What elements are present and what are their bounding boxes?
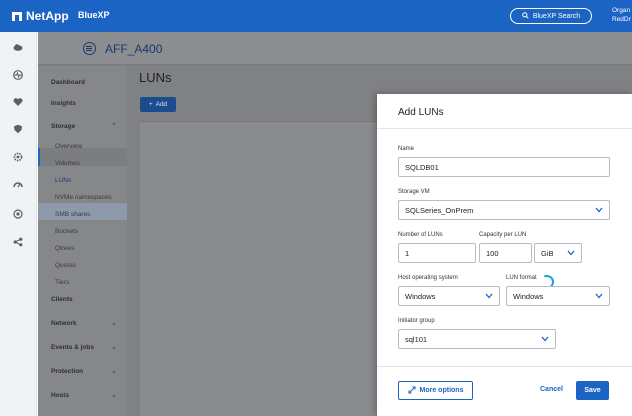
left-icon-rail (0, 32, 37, 416)
plus-icon: + (148, 101, 153, 108)
add-label: Add (155, 101, 168, 108)
modal-title: Add LUNs (398, 107, 444, 118)
lun-format-select[interactable]: Windows (506, 286, 610, 306)
storage-system-icon (83, 42, 96, 55)
chevron-up-icon: ⌃ (111, 123, 117, 130)
page-title: LUNs (139, 70, 172, 85)
shield-icon[interactable] (13, 124, 23, 134)
initiator-group-label: Initiator group (398, 318, 435, 324)
modal-divider (377, 128, 632, 129)
sidebar: Dashboard Insights Storage ⌃ Overview Vo… (38, 66, 127, 416)
add-luns-panel: Add LUNs Name SQLDB01 Storage VM SQLSeri… (377, 94, 632, 416)
chevron-down-icon: ⌄ (111, 368, 117, 375)
number-of-luns-value: 1 (405, 248, 410, 258)
capacity-value: 100 (486, 248, 499, 258)
sidebar-item-clients[interactable]: Clients (51, 296, 73, 303)
heart-shield-icon[interactable] (13, 97, 23, 107)
chevron-down-icon (595, 207, 603, 214)
name-value: SQLDB01 (405, 162, 439, 172)
storage-row-highlight (38, 148, 127, 166)
more-options-button[interactable]: More options (398, 381, 473, 400)
initiator-group-value: sql101 (405, 334, 428, 344)
sidebar-item-volumes[interactable]: Volumes (55, 160, 80, 167)
storage-vm-label: Storage VM (398, 189, 430, 195)
sidebar-item-dashboard[interactable]: Dashboard (51, 79, 85, 86)
target-icon[interactable] (13, 209, 23, 219)
chevron-down-icon (541, 336, 549, 343)
capacity-label: Capacity per LUN (479, 232, 527, 238)
footer-divider (377, 366, 632, 367)
expand-icon (408, 386, 416, 396)
sidebar-item-insights[interactable]: Insights (51, 100, 76, 107)
name-label: Name (398, 146, 415, 152)
storage-vm-value: SQLSeries_OnPrem (405, 205, 474, 215)
bluexp-search-button[interactable]: BlueXP Search (510, 8, 592, 24)
lun-format-label: LUN format (506, 275, 537, 281)
sidebar-item-quotas[interactable]: Quotas (55, 262, 76, 269)
chevron-down-icon: ⌄ (111, 344, 117, 351)
sidebar-item-qtrees[interactable]: Qtrees (55, 245, 75, 252)
name-field[interactable]: SQLDB01 (398, 157, 610, 177)
more-options-label: More options (419, 387, 464, 394)
sidebar-item-smb-shares[interactable]: SMB shares (55, 211, 90, 218)
netapp-logo-icon (12, 11, 22, 21)
product-name: BlueXP (78, 10, 110, 20)
sidebar-item-events-jobs[interactable]: Events & jobs (51, 344, 94, 351)
chevron-down-icon (567, 250, 575, 257)
cloud-icon[interactable] (13, 42, 23, 52)
cancel-button[interactable]: Cancel (540, 386, 563, 393)
host-os-value: Windows (405, 291, 436, 301)
sidebar-item-nvme-namespaces[interactable]: NVMe namespaces (55, 194, 112, 201)
capacity-unit-value: GiB (541, 248, 554, 258)
sidebar-item-overview[interactable]: Overview (55, 143, 82, 150)
host-os-label: Host operating system (398, 275, 458, 281)
lun-format-value: Windows (513, 291, 544, 301)
search-label: BlueXP Search (532, 12, 581, 20)
search-icon (522, 11, 529, 21)
share-icon[interactable] (13, 237, 23, 247)
sidebar-item-buckets[interactable]: Buckets (55, 228, 78, 235)
host-os-select[interactable]: Windows (398, 286, 500, 306)
sidebar-item-protection[interactable]: Protection (51, 368, 83, 375)
chevron-down-icon (595, 293, 603, 300)
number-of-luns-field[interactable]: 1 (398, 243, 476, 263)
save-button[interactable]: Save (576, 381, 609, 400)
org-line-2: RedDr (612, 16, 631, 23)
sidebar-item-luns[interactable]: LUNs (55, 177, 71, 184)
sidebar-item-hosts[interactable]: Hosts (51, 392, 69, 399)
health-icon[interactable] (13, 70, 23, 80)
gear-icon[interactable] (13, 152, 23, 162)
capacity-unit-select[interactable]: GiB (534, 243, 582, 263)
add-lun-button[interactable]: + Add (140, 97, 176, 112)
chevron-down-icon: ⌄ (111, 392, 117, 399)
object-header: AFF_A400 (38, 32, 632, 65)
capacity-field[interactable]: 100 (479, 243, 532, 263)
sidebar-item-storage[interactable]: Storage (51, 123, 75, 130)
organization-label[interactable]: Organ RedDr (612, 6, 631, 24)
chevron-down-icon (485, 293, 493, 300)
object-title: AFF_A400 (105, 42, 163, 56)
netapp-logo[interactable]: NetApp (12, 9, 69, 23)
chevron-down-icon: ⌄ (111, 320, 117, 327)
initiator-group-select[interactable]: sql101 (398, 329, 556, 349)
sidebar-item-tiers[interactable]: Tiers (55, 279, 69, 286)
sidebar-item-network[interactable]: Network (51, 320, 77, 327)
top-bar: NetApp BlueXP BlueXP Search Organ RedDr (0, 0, 632, 32)
storage-vm-select[interactable]: SQLSeries_OnPrem (398, 200, 610, 220)
speed-icon[interactable] (13, 180, 23, 190)
org-line-1: Organ (612, 7, 631, 14)
number-of-luns-label: Number of LUNs (398, 232, 443, 238)
brand-name: NetApp (26, 9, 69, 23)
